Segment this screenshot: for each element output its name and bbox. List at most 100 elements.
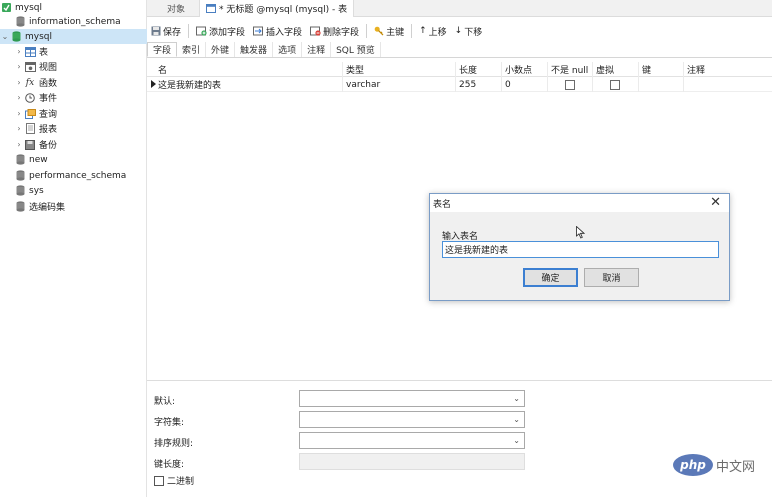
header-label: 虚拟	[596, 66, 615, 76]
subtab-foreign-keys[interactable]: 外键	[206, 42, 236, 57]
header-length[interactable]: 长度	[456, 62, 502, 77]
tree-item-label: 选编码集	[29, 203, 66, 213]
subtab-comment[interactable]: 注释	[302, 42, 332, 57]
cell-comment[interactable]	[684, 77, 772, 92]
header-label: 类型	[346, 66, 365, 76]
toolbar-divider	[411, 24, 413, 38]
cell-name[interactable]: 这是我新建的表	[147, 77, 343, 92]
add-field-icon	[196, 26, 207, 36]
tab-untitled-table[interactable]: * 无标题 @mysql (mysql) - 表	[199, 0, 355, 17]
tree-db-performance-schema[interactable]: performance_schema	[0, 168, 147, 183]
cell-decimals[interactable]: 0	[502, 77, 548, 92]
insert-field-button[interactable]: 插入字段	[253, 25, 302, 38]
tree-db-sys[interactable]: sys	[0, 183, 147, 198]
database-icon	[14, 201, 26, 212]
cancel-button[interactable]: 取消	[584, 268, 639, 287]
tree-node-functions[interactable]: › fx 函数	[0, 75, 147, 90]
tree-node-tables[interactable]: › 表	[0, 44, 147, 59]
tree-db-mysql[interactable]: ⌄ mysql	[0, 29, 147, 44]
header-type[interactable]: 类型	[343, 62, 456, 77]
chevron-right-icon[interactable]: ›	[14, 78, 24, 87]
delete-field-button[interactable]: 删除字段	[310, 25, 359, 38]
delete-field-label: 删除字段	[323, 27, 360, 38]
chevron-down-icon[interactable]: ⌄	[0, 32, 10, 41]
arrow-down-icon: ↓	[454, 26, 463, 36]
tree-node-views[interactable]: › 视图	[0, 59, 147, 74]
subtab-label: 触发器	[240, 46, 268, 56]
chevron-right-icon[interactable]: ›	[14, 93, 24, 102]
tree-connection-mysql[interactable]: mysql	[0, 0, 147, 15]
backup-icon	[24, 139, 36, 150]
subtab-label: 选项	[278, 46, 297, 56]
tree-node-queries[interactable]: › 查询	[0, 106, 147, 121]
tree-node-events[interactable]: › 事件	[0, 90, 147, 105]
default-select[interactable]: ⌄	[299, 390, 525, 407]
tree-node-reports[interactable]: › 报表	[0, 121, 147, 136]
not-null-checkbox[interactable]	[565, 79, 575, 90]
save-icon	[151, 26, 161, 36]
table-row[interactable]: 这是我新建的表 varchar 255 0	[147, 77, 772, 92]
chevron-right-icon[interactable]: ›	[14, 109, 24, 118]
binary-checkbox[interactable]: 二进制	[154, 474, 194, 487]
virtual-checkbox[interactable]	[610, 79, 620, 90]
table-design-toolbar: 保存 添加字段 插入字段 删除字段 主键 ↑ 上移 ↓ 下移	[147, 22, 772, 40]
navigation-tree: mysql information_schema ⌄ mysql › 表 › 视…	[0, 0, 147, 497]
move-up-label: 上移	[428, 27, 447, 38]
header-name[interactable]: 名	[147, 62, 343, 77]
chevron-right-icon[interactable]: ›	[14, 47, 24, 56]
header-decimals[interactable]: 小数点	[502, 62, 548, 77]
clock-icon	[24, 92, 36, 103]
move-up-button[interactable]: ↑ 上移	[419, 25, 447, 38]
database-icon	[14, 170, 26, 181]
charset-select[interactable]: ⌄	[299, 411, 525, 428]
tab-objects[interactable]: 对象	[161, 0, 191, 17]
add-field-button[interactable]: 添加字段	[196, 25, 245, 38]
tree-item-label: 报表	[39, 125, 58, 135]
dialog-titlebar[interactable]: 表名 ✕	[430, 194, 729, 212]
tab-label: * 无标题 @mysql (mysql) - 表	[219, 5, 348, 15]
move-down-label: 下移	[464, 27, 483, 38]
chevron-right-icon[interactable]: ›	[14, 124, 24, 133]
close-icon[interactable]: ✕	[710, 195, 721, 211]
tree-db-charset[interactable]: 选编码集	[0, 199, 147, 214]
chevron-right-icon[interactable]: ›	[14, 140, 24, 149]
cell-key[interactable]	[639, 77, 684, 92]
insert-field-icon	[253, 26, 264, 36]
primary-key-button[interactable]: 主键	[374, 25, 404, 38]
ok-button[interactable]: 确定	[523, 268, 578, 287]
header-label: 不是 null	[551, 66, 589, 76]
move-down-button[interactable]: ↓ 下移	[455, 25, 483, 38]
checkbox-box[interactable]	[154, 475, 164, 486]
subtab-label: 索引	[182, 46, 201, 56]
subtab-indexes[interactable]: 索引	[177, 42, 207, 57]
query-icon	[24, 108, 36, 119]
subtab-triggers[interactable]: 触发器	[235, 42, 274, 57]
database-icon	[14, 16, 26, 27]
charset-label: 字符集:	[154, 418, 185, 428]
table-name-input[interactable]	[442, 241, 719, 258]
key-icon	[374, 26, 384, 36]
connection-label: mysql	[15, 2, 42, 13]
subtab-sql-preview[interactable]: SQL 预览	[331, 42, 381, 57]
header-comment[interactable]: 注释	[684, 62, 772, 77]
tree-node-backups[interactable]: › 备份	[0, 137, 147, 152]
tree-db-new[interactable]: new	[0, 152, 147, 167]
cell-length[interactable]: 255	[456, 77, 502, 92]
header-label: 键	[642, 66, 652, 76]
subtab-fields[interactable]: 字段	[147, 42, 178, 57]
key-length-label: 键长度:	[154, 460, 185, 470]
tree-db-information-schema[interactable]: information_schema	[0, 14, 147, 29]
subtab-options[interactable]: 选项	[273, 42, 303, 57]
header-virtual[interactable]: 虚拟	[593, 62, 639, 77]
chevron-right-icon[interactable]: ›	[14, 62, 24, 71]
save-button[interactable]: 保存	[151, 25, 181, 38]
chevron-down-icon: ⌄	[513, 436, 520, 445]
header-not-null[interactable]: 不是 null	[548, 62, 593, 77]
collation-select[interactable]: ⌄	[299, 432, 525, 449]
database-icon	[10, 31, 22, 42]
cell-type[interactable]: varchar	[343, 77, 456, 92]
header-key[interactable]: 键	[639, 62, 684, 77]
table-icon	[24, 46, 36, 57]
tree-item-label: mysql	[25, 31, 52, 42]
tab-label: 对象	[167, 5, 186, 15]
